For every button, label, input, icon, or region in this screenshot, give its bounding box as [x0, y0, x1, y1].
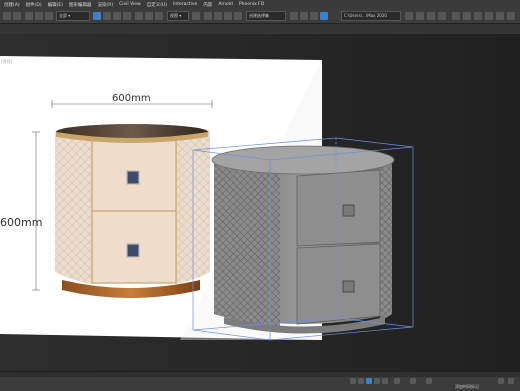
selection-filter-dropdown[interactable]: 全部 ▾	[56, 11, 90, 21]
bind-space-warp-icon[interactable]	[45, 12, 53, 20]
auto-key-icon[interactable]	[410, 378, 416, 384]
zoom-extents-icon[interactable]	[498, 378, 504, 384]
undo-icon[interactable]	[3, 12, 11, 20]
go-to-start-icon[interactable]	[350, 378, 356, 384]
menu-render[interactable]: 渲染(R)	[97, 2, 113, 8]
reference-coordinate-dropdown[interactable]: 视图 ▾	[167, 11, 189, 21]
menu-bar: 创建(A) 组件(D) 编辑(E) 图形编辑器 渲染(R) Civil View…	[0, 0, 520, 9]
vray-icon[interactable]	[452, 12, 460, 20]
perspective-viewport[interactable]: 600mm 600mm [透视]	[0, 34, 520, 371]
menu-components[interactable]: 组件(D)	[26, 2, 42, 8]
percent-snap-icon[interactable]	[224, 12, 232, 20]
reference-nightstand	[55, 124, 210, 298]
height-dimension-label: 600mm	[0, 216, 43, 229]
redo-icon[interactable]	[13, 12, 21, 20]
menu-interactive[interactable]: Interactive	[173, 2, 197, 7]
select-object-icon[interactable]	[93, 12, 101, 20]
status-bar: 添加时间标记	[0, 371, 520, 391]
toolbar-more-icon[interactable]	[507, 12, 515, 20]
vray-settings-icon[interactable]	[496, 12, 504, 20]
link-icon[interactable]	[25, 12, 33, 20]
viewport-scene	[0, 34, 520, 371]
play-icon[interactable]	[366, 378, 372, 384]
material-editor-icon[interactable]	[405, 12, 413, 20]
menu-phoenix[interactable]: Phoenix FD	[239, 2, 264, 7]
region-select-icon[interactable]	[113, 12, 121, 20]
next-frame-icon[interactable]	[374, 378, 380, 384]
select-by-name-icon[interactable]	[103, 12, 111, 20]
menu-arnold[interactable]: Arnold	[218, 2, 233, 7]
mirror-icon[interactable]	[290, 12, 298, 20]
menu-edit[interactable]: 编辑(E)	[48, 2, 63, 8]
curve-editor-icon[interactable]	[320, 12, 328, 20]
render-icon[interactable]	[438, 12, 446, 20]
vray-frame-buffer-icon[interactable]	[485, 12, 493, 20]
render-setup-icon[interactable]	[416, 12, 424, 20]
gray-nightstand-model[interactable]	[211, 145, 395, 334]
add-time-tag[interactable]: 添加时间标记	[455, 384, 479, 390]
orbit-icon[interactable]	[508, 378, 514, 384]
rotate-icon[interactable]	[145, 12, 153, 20]
vray-camera-icon[interactable]	[474, 12, 482, 20]
move-icon[interactable]	[135, 12, 143, 20]
window-crossing-icon[interactable]	[123, 12, 131, 20]
previous-frame-icon[interactable]	[358, 378, 364, 384]
scale-icon[interactable]	[155, 12, 163, 20]
menu-graph-editor[interactable]: 图形编辑器	[69, 2, 92, 8]
angle-snap-icon[interactable]	[214, 12, 222, 20]
go-to-end-icon[interactable]	[382, 378, 388, 384]
layer-explorer-icon[interactable]	[310, 12, 318, 20]
menu-content[interactable]: 内容	[203, 2, 212, 8]
selection-set-dropdown[interactable]: 创建选择集	[246, 11, 286, 21]
unlink-icon[interactable]	[35, 12, 43, 20]
snap-toggle-icon[interactable]	[204, 12, 212, 20]
render-frame-icon[interactable]	[427, 12, 435, 20]
menu-customize[interactable]: 自定义(U)	[147, 2, 167, 8]
workspace-dropdown[interactable]: C:\Users\...\Max 2020	[341, 11, 401, 21]
key-mode-icon[interactable]	[394, 378, 400, 384]
spinner-snap-icon[interactable]	[234, 12, 242, 20]
width-dimension-label: 600mm	[112, 93, 151, 104]
menu-create[interactable]: 创建(A)	[4, 2, 20, 8]
set-key-icon[interactable]	[426, 378, 432, 384]
align-icon[interactable]	[300, 12, 308, 20]
pivot-icon[interactable]	[192, 12, 200, 20]
viewport-label[interactable]: [透视]	[1, 59, 12, 65]
menu-civil-view[interactable]: Civil View	[119, 2, 141, 7]
time-slider[interactable]	[0, 372, 520, 377]
vray-light-icon[interactable]	[463, 12, 471, 20]
main-toolbar: 全部 ▾ 视图 ▾ 创建选择集 C:\Users\...\Max 2020	[0, 9, 520, 24]
